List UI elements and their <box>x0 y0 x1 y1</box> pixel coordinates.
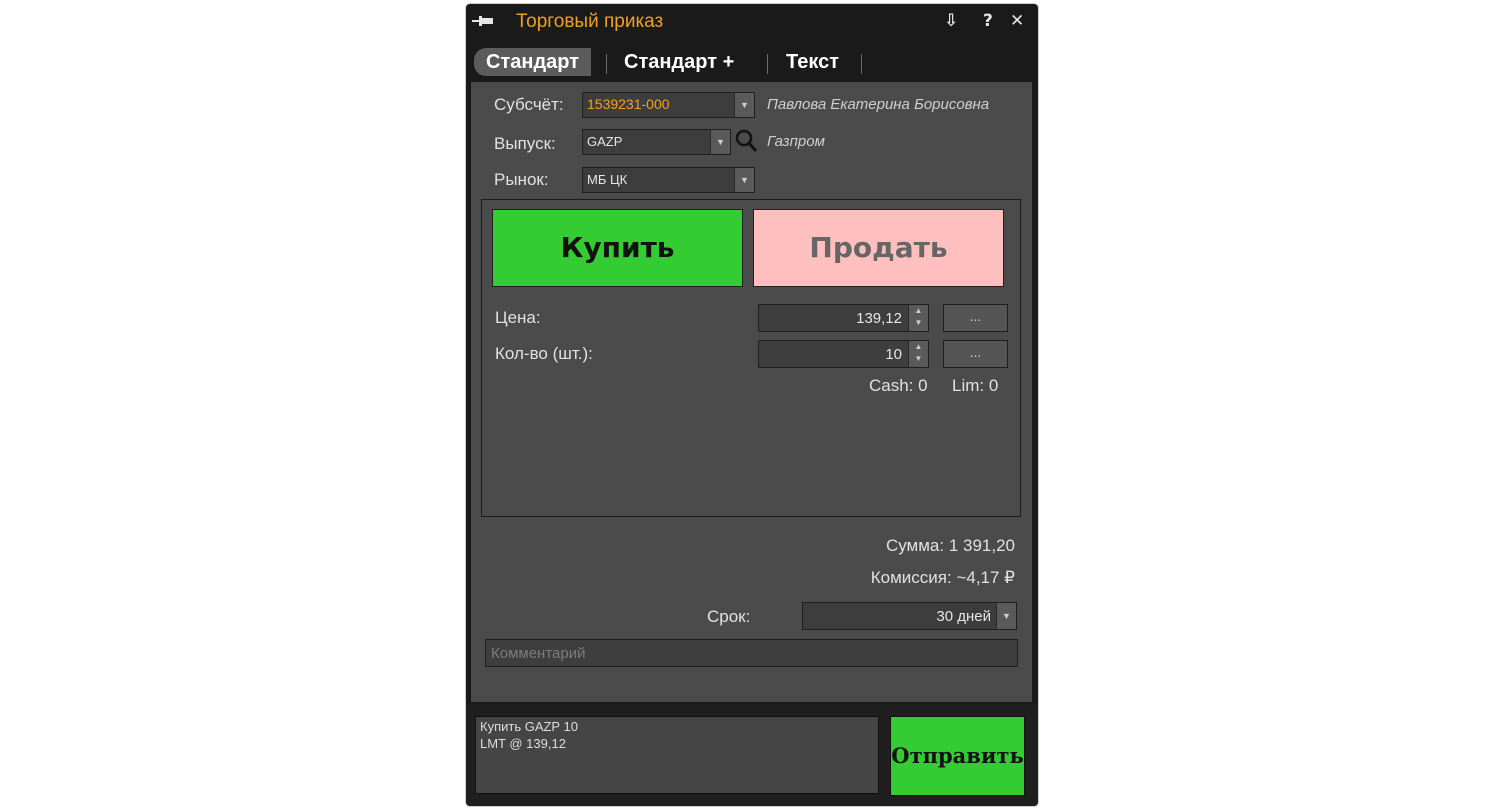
trade-order-window: Торговый приказ ⇩ ? ✕ Стандарт Стандарт … <box>466 4 1038 806</box>
search-icon[interactable] <box>733 126 759 154</box>
tab-text[interactable]: Текст <box>774 48 851 76</box>
chevron-down-icon[interactable]: ▼ <box>734 93 754 117</box>
market-label: Рынок: <box>494 170 549 189</box>
send-button[interactable]: Отправить <box>890 716 1025 796</box>
price-more-button[interactable]: ... <box>943 304 1008 332</box>
market-select[interactable]: МБ ЦК ▼ <box>582 167 755 193</box>
quantity-input[interactable]: 10 ▲ ▼ <box>758 340 929 368</box>
term-value: 30 дней <box>936 608 991 625</box>
price-label: Цена: <box>495 308 541 327</box>
cash-value: Cash: 0 <box>869 376 928 395</box>
pin-icon[interactable] <box>472 14 494 28</box>
limit-value: Lim: 0 <box>952 376 999 395</box>
close-icon[interactable]: ✕ <box>1010 10 1024 32</box>
tab-bar: Стандарт Стандарт + Текст <box>466 42 1038 82</box>
order-preview-line: LMT @ 139,12 <box>480 736 566 751</box>
dock-icon[interactable]: ⇩ <box>944 10 958 32</box>
comment-input[interactable] <box>486 640 1017 666</box>
price-input[interactable]: 139,12 ▲ ▼ <box>758 304 929 332</box>
issue-select[interactable]: GAZP ▼ <box>582 129 731 155</box>
tab-separator <box>606 54 607 74</box>
order-parameters-group: Купить Продать Цена: 139,12 ▲ ▼ ... Кол-в… <box>481 199 1021 517</box>
market-value: МБ ЦК <box>587 172 628 187</box>
subaccount-select[interactable]: 1539231-000 ▼ <box>582 92 755 118</box>
issue-label: Выпуск: <box>494 134 556 153</box>
chevron-down-icon[interactable]: ▼ <box>734 168 754 192</box>
tab-standard-plus[interactable]: Стандарт + <box>612 48 746 76</box>
issue-name: Газпром <box>767 133 825 150</box>
quantity-label: Кол-во (шт.): <box>495 344 593 363</box>
spin-arrows-icon[interactable]: ▲ ▼ <box>908 305 928 331</box>
footer: Купить GAZP 10 LMT @ 139,12 Отправить <box>466 704 1038 806</box>
order-preview: Купить GAZP 10 LMT @ 139,12 <box>475 716 879 794</box>
order-form-panel: Субсчёт: 1539231-000 ▼ Павлова Екатерина… <box>471 82 1032 702</box>
chevron-down-icon[interactable]: ▼ <box>996 603 1016 629</box>
quantity-value: 10 <box>885 346 902 363</box>
sell-button[interactable]: Продать <box>753 209 1004 287</box>
term-label: Срок: <box>707 607 751 626</box>
tab-separator <box>767 54 768 74</box>
account-owner: Павлова Екатерина Борисовна <box>767 96 990 113</box>
title-bar[interactable]: Торговый приказ ⇩ ? ✕ <box>466 4 1038 39</box>
issue-value: GAZP <box>587 134 623 149</box>
chevron-down-icon[interactable]: ▼ <box>710 130 730 154</box>
quantity-more-button[interactable]: ... <box>943 340 1008 368</box>
subaccount-label: Субсчёт: <box>494 95 564 114</box>
buy-button[interactable]: Купить <box>492 209 743 287</box>
tab-standard[interactable]: Стандарт <box>474 48 592 76</box>
spin-arrows-icon[interactable]: ▲ ▼ <box>908 341 928 367</box>
subaccount-value: 1539231-000 <box>587 96 670 112</box>
order-preview-line: Купить GAZP 10 <box>480 719 578 734</box>
total-sum: Сумма: 1 391,20 <box>885 536 1015 555</box>
term-select[interactable]: 30 дней ▼ <box>802 602 1017 630</box>
commission: Комиссия: ~4,17 ₽ <box>870 568 1015 587</box>
window-title: Торговый приказ <box>516 11 664 32</box>
comment-field[interactable] <box>485 639 1018 667</box>
help-icon[interactable]: ? <box>983 10 993 32</box>
price-value: 139,12 <box>856 310 902 327</box>
tab-separator <box>861 54 862 74</box>
